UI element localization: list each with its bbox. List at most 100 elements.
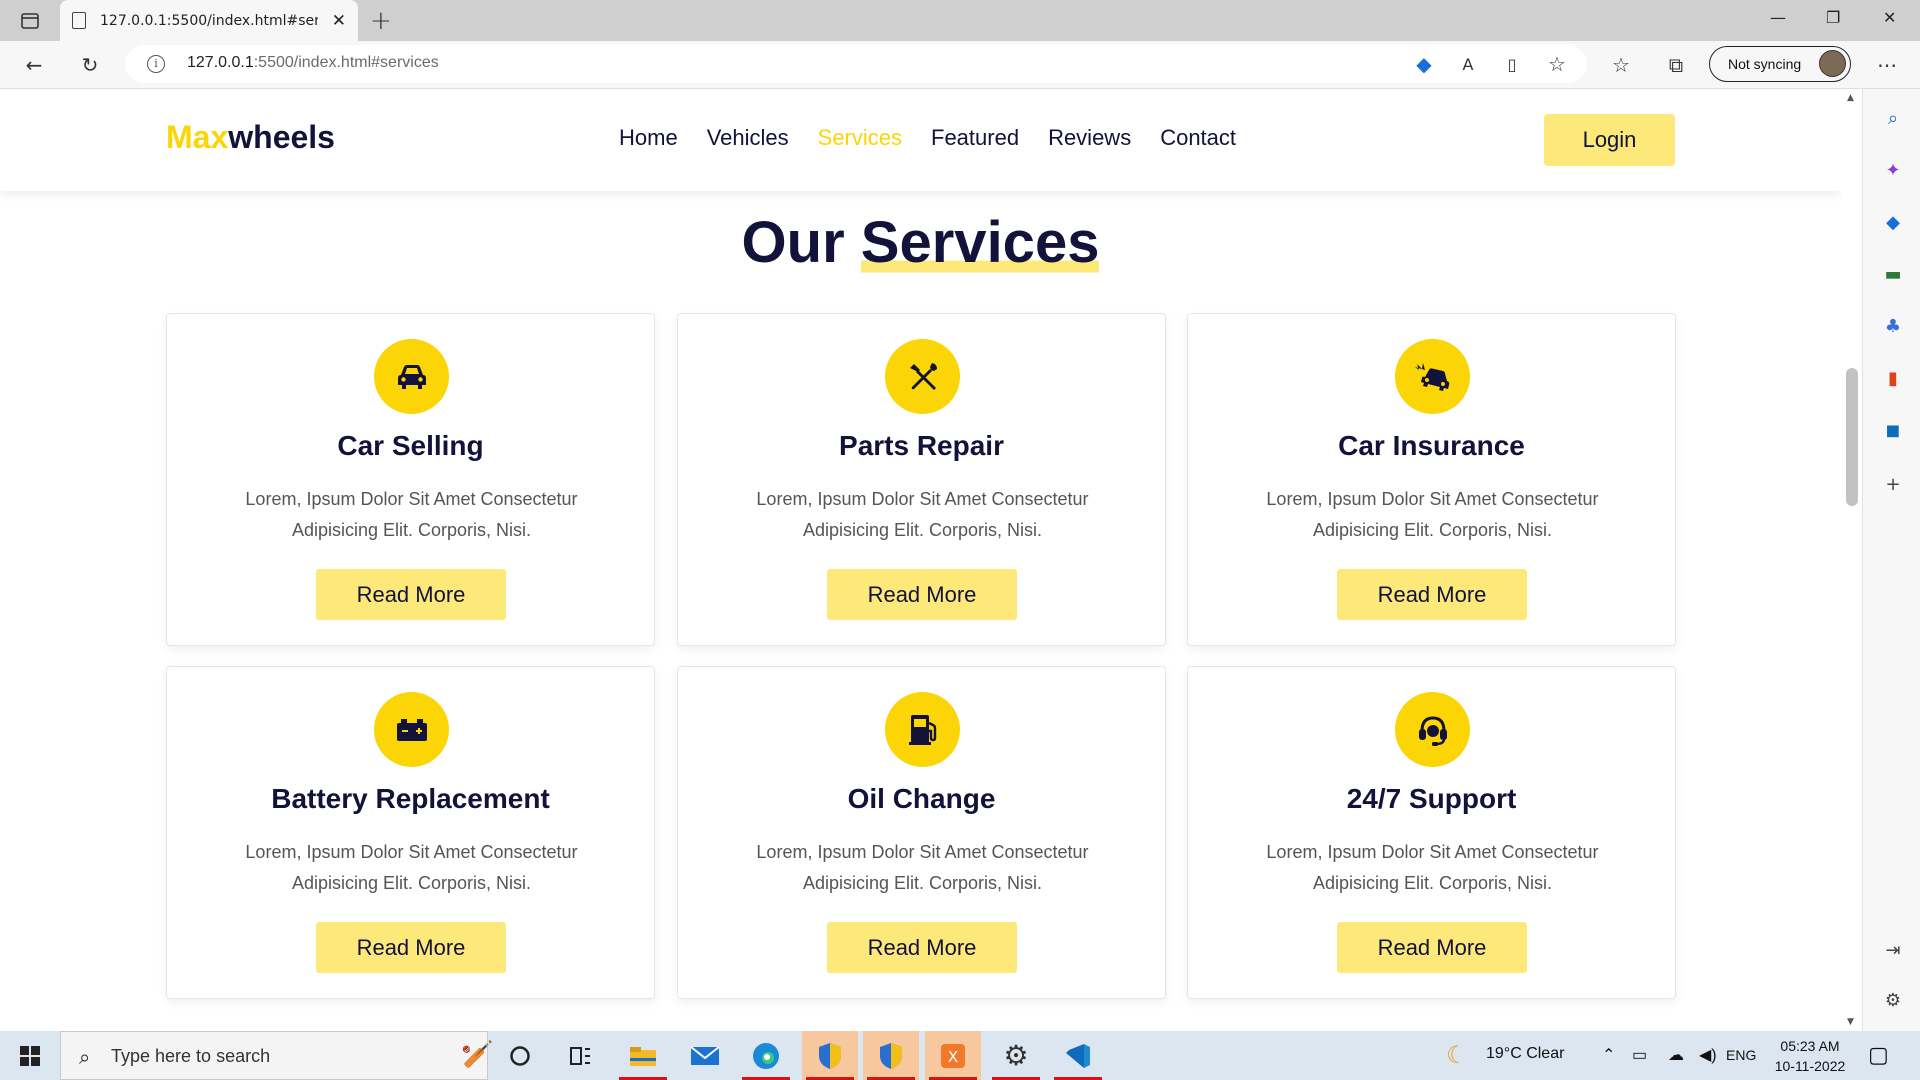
tools-icon[interactable]: ▬	[1882, 263, 1904, 285]
edge-browser-icon[interactable]	[738, 1031, 794, 1080]
nav-featured[interactable]: Featured	[931, 125, 1019, 151]
car-battery-icon	[374, 692, 449, 767]
more-options-icon[interactable]: ⋯	[1873, 51, 1901, 79]
scroll-down-icon[interactable]: ▼	[1847, 1017, 1854, 1027]
onedrive-icon[interactable]: ☁	[1668, 1045, 1684, 1065]
restore-icon[interactable]: ❐	[1826, 8, 1840, 27]
security-shield-icon[interactable]	[802, 1031, 858, 1080]
settings-icon[interactable]: ⚙	[1882, 989, 1904, 1011]
language-indicator[interactable]: ENG	[1726, 1047, 1756, 1063]
service-card-car-selling: Car Selling Lorem, Ipsum Dolor Sit Amet …	[166, 313, 655, 646]
service-card-parts-repair: Parts Repair Lorem, Ipsum Dolor Sit Amet…	[677, 313, 1166, 646]
settings-gear-icon[interactable]: ⚙	[988, 1031, 1044, 1080]
logo-text: wheels	[228, 119, 335, 155]
address-bar[interactable]: i 127.0.0.1:5500/index.html#services ◆ A…	[125, 45, 1587, 83]
page-scrollbar[interactable]: ▲ ▼	[1841, 89, 1862, 1031]
hide-sidebar-icon[interactable]: ⇥	[1882, 939, 1904, 961]
card-title: Battery Replacement	[271, 783, 550, 814]
nav-home[interactable]: Home	[619, 125, 678, 151]
logo-accent: Max	[166, 119, 229, 155]
web-page: Maxwheels Home Vehicles Services Feature…	[0, 89, 1841, 1031]
card-description: Lorem, Ipsum Dolor Sit Amet Consectetur …	[245, 489, 578, 540]
new-tab-icon[interactable]: +	[370, 6, 392, 36]
read-more-button[interactable]: Read More	[827, 922, 1017, 973]
add-favorite-icon[interactable]: ☆	[1543, 50, 1571, 78]
weather-icon[interactable]: ☾	[1446, 1041, 1468, 1070]
taskbar-search-box[interactable]: ⌕ Type here to search 🏏	[60, 1031, 493, 1080]
card-description: Lorem, Ipsum Dolor Sit Amet Consectetur …	[756, 842, 1089, 893]
favorites-icon[interactable]: ☆	[1607, 51, 1635, 79]
card-title: Car Insurance	[1338, 430, 1525, 461]
card-description: Lorem, Ipsum Dolor Sit Amet Consectetur …	[1266, 489, 1599, 540]
card-description: Lorem, Ipsum Dolor Sit Amet Consectetur …	[1266, 842, 1599, 893]
show-hidden-icons-icon[interactable]: ⌃	[1602, 1045, 1615, 1065]
page-icon	[72, 12, 86, 29]
login-button[interactable]: Login	[1544, 114, 1675, 166]
weather-text[interactable]: 19°C Clear	[1486, 1045, 1564, 1063]
read-more-button[interactable]: Read More	[827, 569, 1017, 620]
scroll-up-icon[interactable]: ▲	[1847, 93, 1854, 103]
main-nav: Home Vehicles Services Featured Reviews …	[619, 125, 1265, 151]
security-shield-icon-2[interactable]	[863, 1031, 919, 1080]
tab-actions-icon[interactable]	[12, 8, 48, 34]
nav-services[interactable]: Services	[818, 125, 902, 151]
tab-title: 127.0.0.1:5500/index.html#servic	[100, 12, 318, 29]
office-icon[interactable]: ▮	[1882, 367, 1904, 389]
gas-pump-icon	[885, 692, 960, 767]
site-logo[interactable]: Maxwheels	[166, 119, 335, 156]
shopping-tag-icon[interactable]: ◆	[1410, 50, 1438, 78]
read-more-button[interactable]: Read More	[1337, 569, 1527, 620]
file-explorer-icon[interactable]	[615, 1031, 671, 1080]
clock-date: 10-11-2022	[1774, 1058, 1846, 1074]
back-icon[interactable]: ←	[20, 51, 48, 79]
task-view-icon[interactable]	[552, 1031, 608, 1080]
card-description: Lorem, Ipsum Dolor Sit Amet Consectetur …	[245, 842, 578, 893]
outlook-icon[interactable]: ◼	[1882, 419, 1904, 441]
site-info-icon[interactable]: i	[147, 55, 165, 73]
system-clock[interactable]: 05:23 AM 10-11-2022	[1766, 1036, 1854, 1076]
vscode-icon[interactable]	[1050, 1031, 1106, 1080]
copilot-icon[interactable]: ✦	[1882, 159, 1904, 181]
read-more-button[interactable]: Read More	[316, 922, 506, 973]
service-card-24-7-support: 24/7 Support Lorem, Ipsum Dolor Sit Amet…	[1187, 666, 1676, 999]
read-aloud-icon[interactable]: A	[1454, 50, 1482, 78]
window-close-icon[interactable]: ✕	[1883, 8, 1896, 27]
browser-toolbar: ← ↻ i 127.0.0.1:5500/index.html#services…	[0, 41, 1920, 89]
service-card-car-insurance: Car Insurance Lorem, Ipsum Dolor Sit Ame…	[1187, 313, 1676, 646]
url-path: :5500/index.html#services	[253, 54, 439, 71]
read-more-button[interactable]: Read More	[1337, 922, 1527, 973]
nav-vehicles[interactable]: Vehicles	[707, 125, 789, 151]
browser-tab[interactable]: 127.0.0.1:5500/index.html#servic ✕	[60, 0, 358, 41]
card-title: 24/7 Support	[1346, 783, 1517, 814]
card-title: Car Selling	[337, 430, 484, 461]
nav-contact[interactable]: Contact	[1160, 125, 1236, 151]
xampp-icon[interactable]: X	[925, 1031, 981, 1080]
immersive-reader-icon[interactable]: ▯	[1498, 50, 1526, 78]
car-crash-icon	[1395, 339, 1470, 414]
shopping-icon[interactable]: ◆	[1882, 211, 1904, 233]
close-tab-icon[interactable]: ✕	[332, 11, 346, 31]
notification-icon[interactable]: ▢	[1868, 1042, 1889, 1068]
meet-now-icon[interactable]: ▭	[1632, 1045, 1647, 1065]
windows-taskbar: ⌕ Type here to search 🏏 X ⚙ ☾ 19°C Clear…	[0, 1031, 1920, 1080]
refresh-icon[interactable]: ↻	[76, 51, 104, 79]
mail-icon[interactable]	[677, 1031, 733, 1080]
collections-icon[interactable]: ⧉	[1662, 51, 1690, 79]
section-title-first: Our	[741, 210, 845, 275]
windows-start-icon[interactable]	[20, 1046, 40, 1066]
add-icon[interactable]: +	[1882, 473, 1904, 495]
service-card-oil-change: Oil Change Lorem, Ipsum Dolor Sit Amet C…	[677, 666, 1166, 999]
games-icon[interactable]: ♣	[1882, 315, 1904, 337]
search-icon[interactable]: ⌕	[1882, 107, 1904, 129]
card-description: Lorem, Ipsum Dolor Sit Amet Consectetur …	[756, 489, 1089, 540]
cortana-icon[interactable]	[492, 1031, 548, 1080]
read-more-button[interactable]: Read More	[316, 569, 506, 620]
scroll-thumb[interactable]	[1846, 368, 1858, 506]
profile-sync-button[interactable]: Not syncing	[1709, 46, 1851, 82]
volume-icon[interactable]: ◀)	[1699, 1045, 1717, 1065]
nav-reviews[interactable]: Reviews	[1048, 125, 1131, 151]
minimize-icon[interactable]: —	[1770, 8, 1786, 27]
browser-tab-bar: 127.0.0.1:5500/index.html#servic ✕ + — ❐…	[0, 0, 1920, 41]
card-title: Oil Change	[847, 783, 996, 814]
service-card-battery-replacement: Battery Replacement Lorem, Ipsum Dolor S…	[166, 666, 655, 999]
